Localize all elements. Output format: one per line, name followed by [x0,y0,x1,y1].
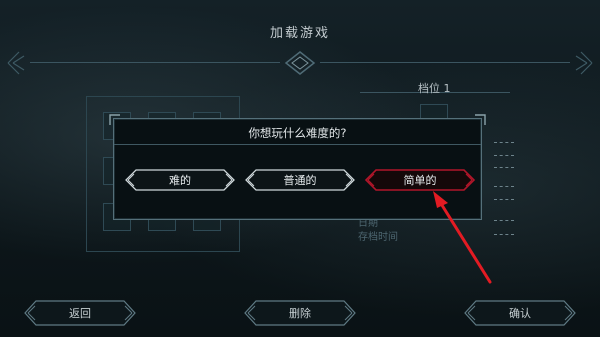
dialog-divider [114,144,481,145]
difficulty-normal-label: 普通的 [283,174,317,187]
dialog-corner-icon [109,114,120,125]
corner-ornament-left-icon [7,51,25,75]
difficulty-hard-button[interactable]: 难的 [124,168,236,192]
slot-label: 档位 1 [418,82,451,95]
difficulty-easy-label: 简单的 [403,174,437,187]
info-dash [494,220,514,221]
difficulty-easy-button[interactable]: 简单的 [364,168,476,192]
info-dash [494,186,514,187]
info-dash [494,155,514,156]
delete-button[interactable]: 删除 [242,298,358,328]
delete-label: 删除 [289,307,311,320]
save-time-label: 存档时间 [358,232,398,243]
info-dash [494,167,514,168]
confirm-label: 确认 [509,307,531,320]
corner-ornament-right-icon [575,51,593,75]
dialog-corner-icon [475,114,486,125]
back-button[interactable]: 返回 [22,298,138,328]
info-dash [494,142,514,143]
confirm-button[interactable]: 确认 [462,298,578,328]
header-ornament-icon [284,51,316,75]
difficulty-hard-label: 难的 [169,174,191,187]
dialog-question: 你想玩什么难度的? [248,126,347,140]
info-dash [494,199,514,200]
page-title: 加载游戏 [269,26,330,41]
header-divider-left [30,62,280,63]
difficulty-normal-button[interactable]: 普通的 [244,168,356,192]
info-dash [494,234,514,235]
header-divider-right [320,62,570,63]
back-label: 返回 [69,307,91,320]
